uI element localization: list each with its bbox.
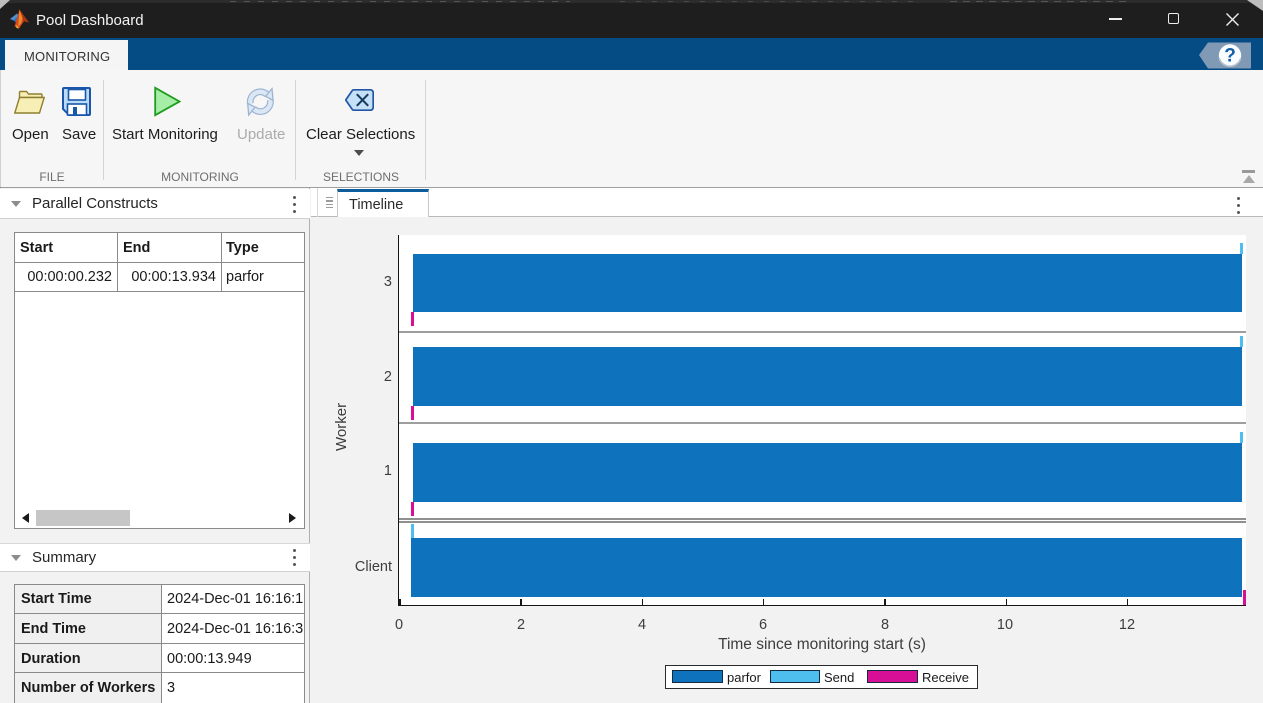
svg-text:?: ? <box>1224 46 1236 67</box>
